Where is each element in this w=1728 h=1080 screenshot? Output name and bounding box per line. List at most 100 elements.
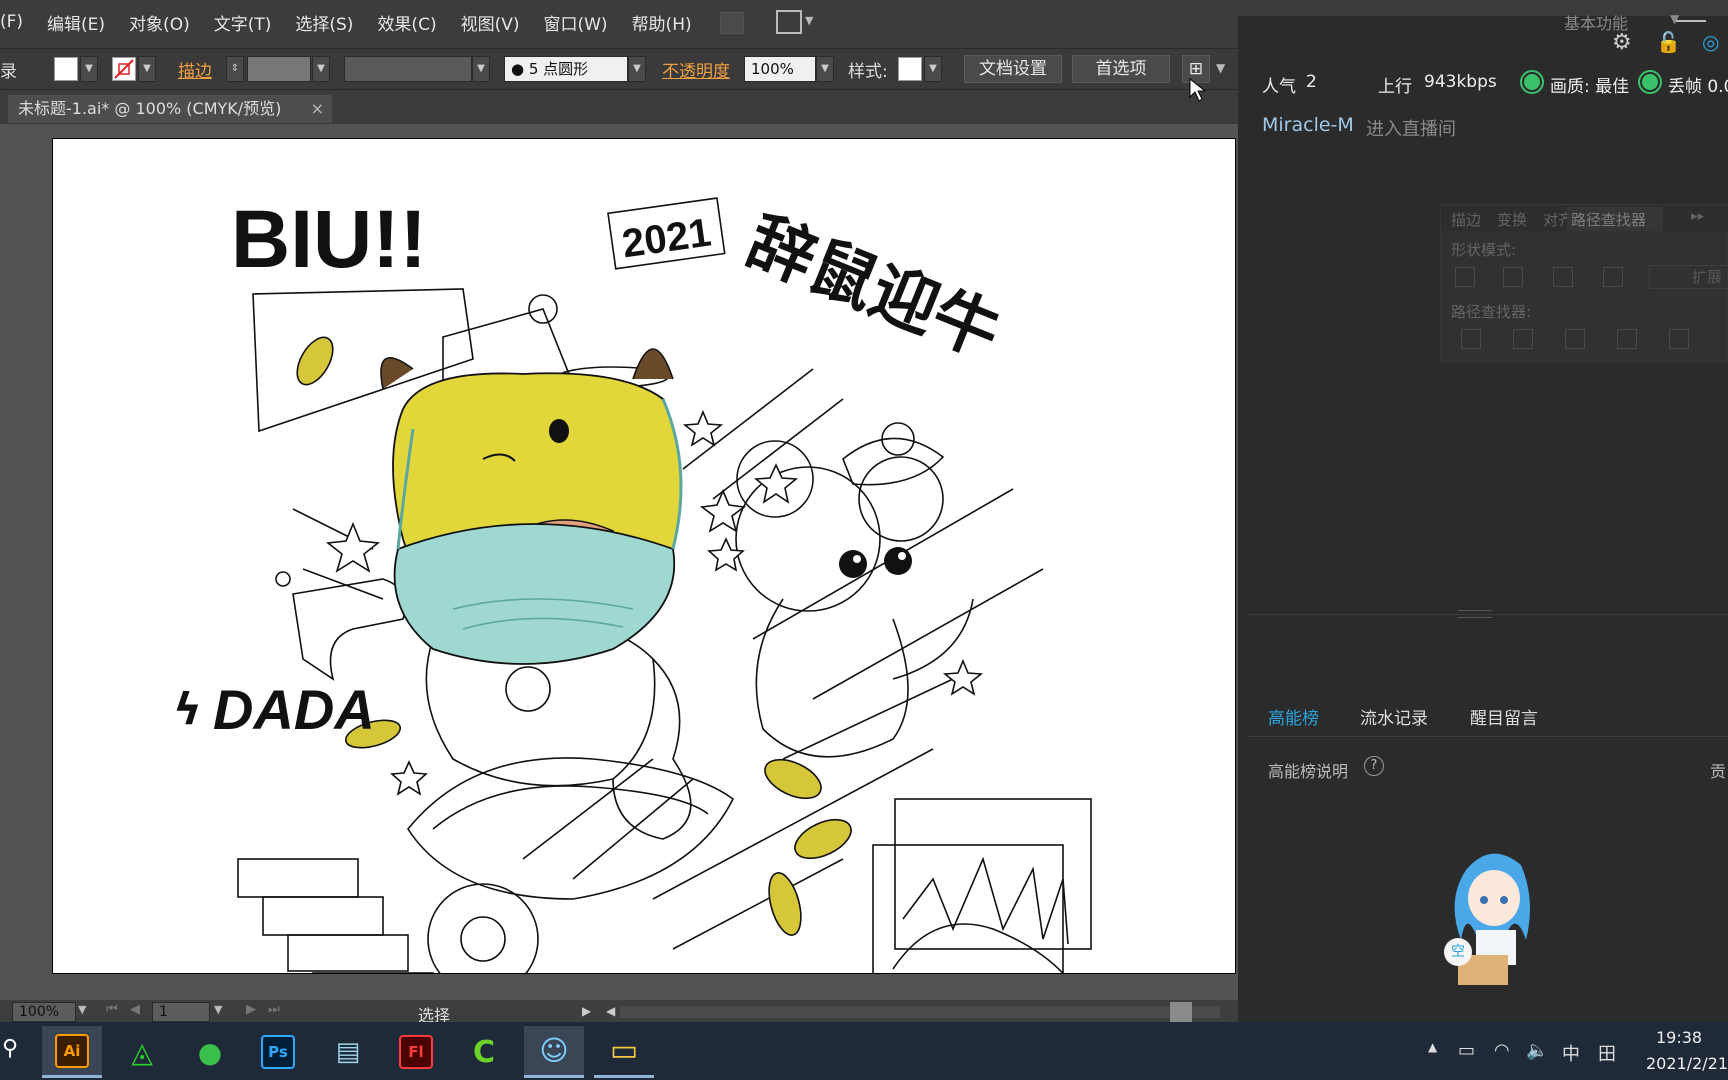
gear-icon[interactable]: ⚙ bbox=[1612, 30, 1632, 55]
taskbar-app-wechat[interactable]: ● bbox=[180, 1026, 240, 1078]
panel-tab-transform[interactable]: 变换 bbox=[1497, 209, 1527, 230]
board-description[interactable]: 高能榜说明 bbox=[1268, 758, 1348, 782]
control-bar: 录 ▼ ▼ 描边 ⇕ ▼ ▼ ● 5 点圆形 ▼ 不透明度 100% ▼ 样式:… bbox=[0, 48, 1240, 102]
menu-file[interactable]: (F) bbox=[0, 12, 23, 32]
menu-effect[interactable]: 效果(C) bbox=[377, 10, 436, 35]
bridge-icon[interactable] bbox=[720, 12, 744, 34]
panel-tab-stroke[interactable]: 描边 bbox=[1451, 209, 1481, 230]
menu-select[interactable]: 选择(S) bbox=[295, 10, 353, 35]
taskbar-app-notes[interactable]: ▤ bbox=[318, 1026, 378, 1078]
opacity-dropdown[interactable]: ▼ bbox=[816, 56, 834, 82]
taskbar-app-photoshop[interactable]: Ps bbox=[248, 1026, 308, 1078]
trim-icon[interactable] bbox=[1513, 329, 1533, 349]
stroke-weight-stepper[interactable]: ⇕ bbox=[226, 56, 244, 82]
stroke-weight-field[interactable] bbox=[247, 56, 311, 82]
crop-icon[interactable] bbox=[1617, 329, 1637, 349]
photoshop-icon: Ps bbox=[261, 1035, 295, 1069]
horizontal-scrollbar[interactable] bbox=[620, 1006, 1220, 1018]
quality-label: 画质: 最佳 bbox=[1550, 77, 1630, 97]
tab-superchat[interactable]: 醒目留言 bbox=[1470, 704, 1538, 729]
chevron-down-icon[interactable]: ▼ bbox=[1216, 61, 1225, 75]
help-icon[interactable]: ? bbox=[1364, 756, 1384, 776]
menu-object[interactable]: 对象(O) bbox=[129, 10, 190, 35]
scroll-left-icon[interactable]: ◀ bbox=[606, 1004, 615, 1018]
merge-icon[interactable] bbox=[1565, 329, 1585, 349]
brush-dropdown[interactable]: ▼ bbox=[628, 56, 646, 82]
preferences-button[interactable]: 首选项 bbox=[1072, 55, 1170, 83]
taskbar-app-camtasia[interactable]: C bbox=[454, 1026, 514, 1078]
brush-definition[interactable]: ● 5 点圆形 bbox=[504, 56, 628, 82]
upload-label: 上行 bbox=[1378, 77, 1412, 97]
taskbar-app-ruler[interactable]: ◬ bbox=[112, 1026, 172, 1078]
taskbar-app-flash[interactable]: Fl bbox=[386, 1026, 446, 1078]
arrange-documents-icon[interactable] bbox=[776, 10, 802, 34]
taskbar-app-illustrator[interactable]: Ai bbox=[42, 1026, 102, 1078]
stroke-swatch[interactable] bbox=[112, 57, 136, 81]
stroke-dropdown[interactable]: ▼ bbox=[138, 56, 156, 82]
quality-status-icon bbox=[1522, 72, 1542, 92]
variable-width-profile[interactable] bbox=[344, 56, 472, 82]
status-menu-arrow-icon[interactable]: ▶ bbox=[582, 1004, 591, 1018]
illustrator-icon: Ai bbox=[55, 1033, 89, 1068]
battery-icon[interactable]: ▭ bbox=[1458, 1040, 1475, 1061]
first-artboard-icon[interactable]: ⏮ bbox=[106, 1002, 118, 1017]
clock-date[interactable]: 2021/2/21 bbox=[1646, 1054, 1728, 1073]
camera-icon[interactable]: ◎ bbox=[1702, 30, 1719, 54]
fill-dropdown[interactable]: ▼ bbox=[80, 56, 98, 82]
mascot-speech-bubble: 空 bbox=[1444, 938, 1472, 966]
document-setup-button[interactable]: 文档设置 bbox=[964, 55, 1062, 83]
menu-edit[interactable]: 编辑(E) bbox=[47, 10, 105, 35]
next-artboard-icon[interactable]: ▶ bbox=[246, 1002, 256, 1017]
clock-time[interactable]: 19:38 bbox=[1656, 1028, 1702, 1047]
close-icon[interactable]: × bbox=[311, 95, 324, 123]
divider bbox=[1248, 736, 1728, 737]
outline-icon[interactable] bbox=[1669, 329, 1689, 349]
ime-indicator[interactable]: 中 bbox=[1562, 1040, 1580, 1066]
wechat-icon: ● bbox=[197, 1035, 223, 1069]
style-swatch[interactable] bbox=[898, 57, 922, 81]
chat-username[interactable]: Miracle-M bbox=[1262, 114, 1354, 136]
menu-view[interactable]: 视图(V) bbox=[461, 10, 520, 35]
exclude-icon[interactable] bbox=[1603, 267, 1623, 287]
opacity-field[interactable]: 100% bbox=[744, 56, 816, 82]
wifi-icon[interactable]: ◠ bbox=[1494, 1040, 1510, 1061]
panel-menu-icon[interactable]: ▸▸ bbox=[1691, 209, 1704, 224]
tab-high-energy[interactable]: 高能榜 bbox=[1268, 704, 1319, 729]
minus-front-icon[interactable] bbox=[1503, 267, 1523, 287]
divide-icon[interactable] bbox=[1461, 329, 1481, 349]
tab-transaction-log[interactable]: 流水记录 bbox=[1360, 704, 1428, 729]
profile-dropdown[interactable]: ▼ bbox=[472, 56, 490, 82]
lock-icon[interactable]: 🔓 bbox=[1656, 30, 1681, 54]
stroke-label[interactable]: 描边 bbox=[178, 57, 212, 82]
chevron-down-icon[interactable]: ▼ bbox=[214, 1003, 222, 1016]
menu-window[interactable]: 窗口(W) bbox=[543, 10, 607, 35]
scrollbar-thumb[interactable] bbox=[1170, 1002, 1192, 1022]
artboard[interactable]: BIU!! 2021 辞鼠迎牛 ϟ DADA bbox=[52, 138, 1236, 974]
minimize-icon[interactable] bbox=[1676, 6, 1706, 22]
document-tab[interactable]: 未标题-1.ai* @ 100% (CMYK/预览) × bbox=[8, 95, 332, 123]
chevron-down-icon[interactable]: ▼ bbox=[805, 14, 813, 27]
zoom-field[interactable]: 100% bbox=[12, 1002, 76, 1022]
last-artboard-icon[interactable]: ⏭ bbox=[268, 1002, 280, 1017]
menu-type[interactable]: 文字(T) bbox=[214, 10, 272, 35]
menu-help[interactable]: 帮助(H) bbox=[632, 10, 692, 35]
chevron-down-icon[interactable]: ▼ bbox=[78, 1003, 86, 1016]
mouse-cursor-icon bbox=[1189, 77, 1207, 102]
volume-icon[interactable]: 🔈 bbox=[1526, 1040, 1548, 1061]
ime-mode-indicator[interactable]: 田 bbox=[1598, 1040, 1616, 1066]
fill-swatch[interactable] bbox=[54, 57, 78, 81]
previous-artboard-icon[interactable]: ◀ bbox=[130, 1002, 140, 1017]
style-dropdown[interactable]: ▼ bbox=[924, 56, 942, 82]
stroke-weight-dropdown[interactable]: ▼ bbox=[312, 56, 330, 82]
intersect-icon[interactable] bbox=[1553, 267, 1573, 287]
taskbar-app-explorer[interactable]: ▭ bbox=[594, 1026, 654, 1078]
expand-button[interactable]: 扩展 bbox=[1649, 265, 1728, 289]
search-icon[interactable]: ⚲ bbox=[2, 1036, 18, 1061]
resize-handle[interactable] bbox=[1458, 610, 1492, 618]
unite-icon[interactable] bbox=[1455, 267, 1475, 287]
taskbar-app-livehime[interactable]: ☺ bbox=[524, 1026, 584, 1078]
artboard-number-field[interactable]: 1 bbox=[152, 1002, 210, 1022]
tray-overflow-icon[interactable]: ▲ bbox=[1428, 1040, 1437, 1054]
opacity-label[interactable]: 不透明度 bbox=[662, 57, 730, 82]
panel-tab-pathfinder[interactable]: 路径查找器 bbox=[1571, 209, 1646, 230]
